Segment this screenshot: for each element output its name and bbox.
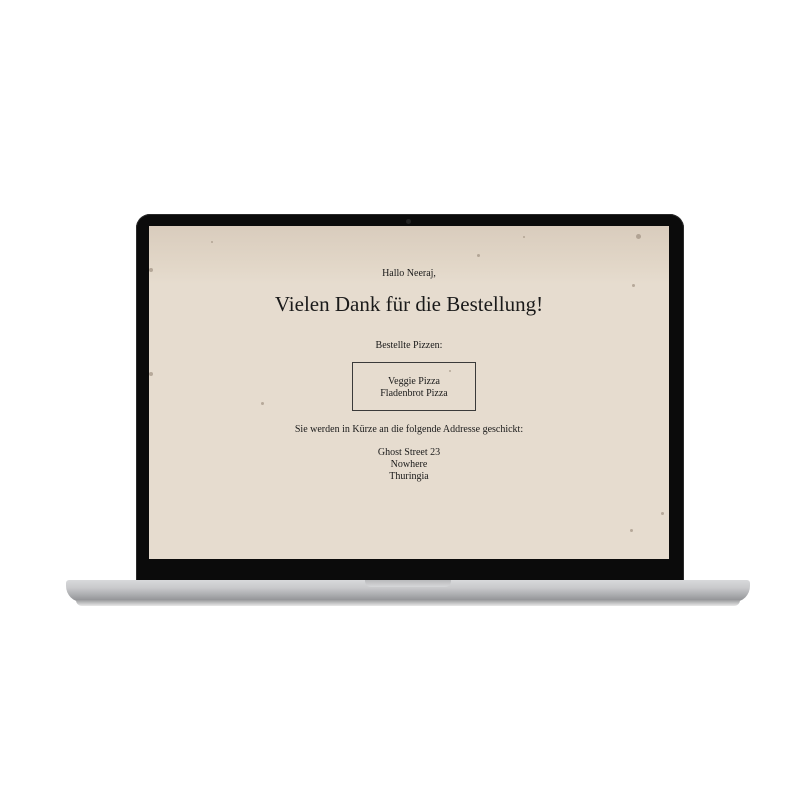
address-intro-text: Sie werden in Kürze an die folgende Addr…	[294, 424, 524, 435]
laptop-mockup: Hallo Neeraj, Vielen Dank für die Bestel…	[0, 0, 807, 807]
list-item: Fladenbrot Pizza	[380, 388, 448, 399]
laptop-base-lip	[76, 600, 740, 606]
page-title: Vielen Dank für die Bestellung!	[274, 292, 544, 316]
address-region: Thuringia	[389, 471, 429, 482]
delivery-address: Ghost Street 23 Nowhere Thuringia	[149, 447, 669, 483]
laptop-open-notch	[365, 580, 451, 587]
ordered-pizzas-label: Bestellte Pizzen:	[375, 340, 443, 351]
webcam-icon	[406, 219, 411, 224]
laptop-screen: Hallo Neeraj, Vielen Dank für die Bestel…	[149, 226, 669, 559]
address-city: Nowhere	[390, 459, 428, 470]
ordered-pizzas-box: Veggie Pizza Fladenbrot Pizza	[352, 362, 476, 411]
order-confirmation-email: Hallo Neeraj, Vielen Dank für die Bestel…	[149, 226, 669, 559]
greeting-text: Hallo Neeraj,	[382, 268, 436, 279]
address-street: Ghost Street 23	[377, 447, 441, 458]
list-item: Veggie Pizza	[388, 376, 440, 387]
